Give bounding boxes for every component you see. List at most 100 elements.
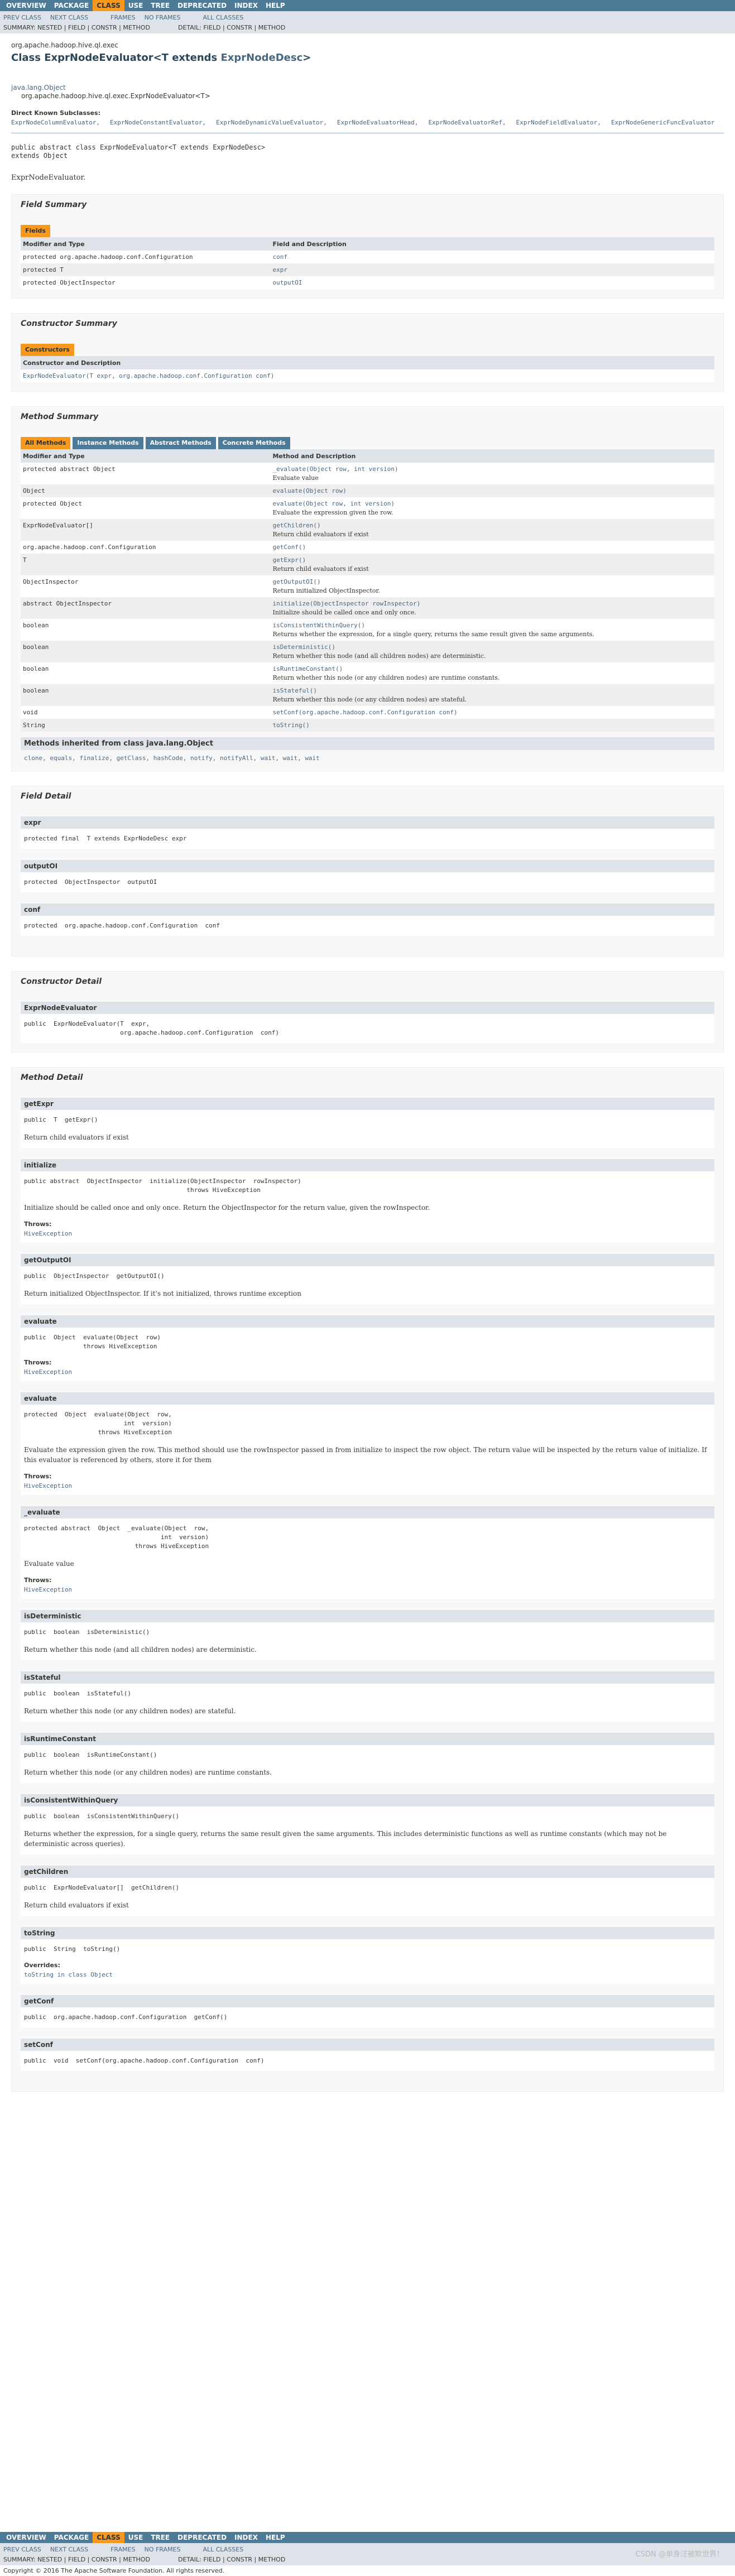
- method-link[interactable]: isDeterministic(): [272, 643, 335, 651]
- method-link[interactable]: toString(): [272, 722, 309, 729]
- method-cell: evaluate(Object row, int version) Evaluat…: [270, 497, 714, 519]
- member-signature: public org.apache.hadoop.conf.Configurat…: [24, 2013, 228, 2021]
- field-name-link[interactable]: conf: [270, 251, 714, 263]
- method-link[interactable]: setConf(org.apache.hadoop.conf.Configura…: [272, 709, 457, 716]
- tab-fields[interactable]: Fields: [21, 225, 50, 237]
- nav-item-class[interactable]: CLASS: [93, 0, 124, 11]
- nav-item-use[interactable]: USE: [124, 2532, 147, 2543]
- subclass-link[interactable]: ExprNodeGenericFuncEvaluator: [611, 119, 714, 126]
- method-description: Return whether this node (and all childr…: [272, 652, 486, 660]
- member-name: _evaluate: [21, 1506, 714, 1518]
- inherited-methods-title: Methods inherited from class java.lang.O…: [21, 737, 714, 750]
- method-detail: Method Detail getExpr public T getExpr() R…: [11, 1067, 724, 2092]
- tab-all-methods[interactable]: All Methods: [21, 437, 71, 449]
- inherit-root[interactable]: java.lang.Object: [11, 84, 724, 92]
- subclass-link[interactable]: ExprNodeFieldEvaluator,: [516, 119, 601, 126]
- method-link[interactable]: getChildren(): [272, 522, 320, 529]
- subclass-link[interactable]: ExprNodeColumnEvaluator,: [11, 119, 100, 126]
- nav-item-tree[interactable]: TREE: [147, 2532, 174, 2543]
- method-description: Initialize should be called once and onl…: [272, 609, 416, 616]
- nav-item-package[interactable]: PACKAGE: [50, 0, 93, 11]
- throws-link[interactable]: HiveException: [24, 1368, 711, 1376]
- table-row: Object evaluate(Object row): [21, 484, 714, 497]
- throws-label: Throws:: [24, 1359, 52, 1366]
- subclass-link[interactable]: ExprNodeConstantEvaluator,: [110, 119, 206, 126]
- method-description: Evaluate value: [272, 474, 319, 482]
- detail-links[interactable]: DETAIL: FIELD | CONSTR | METHOD: [178, 24, 285, 31]
- method-link[interactable]: getOutputOI(): [272, 578, 320, 585]
- subclass-link[interactable]: ExprNodeEvaluatorRef,: [429, 119, 506, 126]
- nav-item-package[interactable]: PACKAGE: [50, 2532, 93, 2543]
- throws-link[interactable]: HiveException: [24, 1482, 711, 1489]
- method-cell: _evaluate(Object row, int version) Evalua…: [270, 463, 714, 484]
- method-link[interactable]: getExpr(): [272, 556, 306, 564]
- nav-item-use[interactable]: USE: [124, 0, 147, 11]
- method-link[interactable]: isRuntimeConstant(): [272, 665, 343, 672]
- inherited-methods-list[interactable]: clone, equals, finalize, getClass, hashC…: [21, 750, 714, 762]
- field-name-link[interactable]: outputOI: [270, 276, 714, 289]
- method-description: Return initialized ObjectInspector.: [272, 587, 381, 594]
- method-cell: evaluate(Object row): [270, 484, 714, 497]
- overrides-link[interactable]: toString in class Object: [24, 1971, 711, 1978]
- inheritance-tree: java.lang.Object org.apache.hadoop.hive.…: [11, 84, 724, 100]
- next-class-link[interactable]: NEXT CLASS: [50, 14, 88, 21]
- constructor-summary-table: Constructor and Description ExprNodeEval…: [21, 356, 714, 382]
- subclass-link[interactable]: ExprNodeDynamicValueEvaluator,: [216, 119, 327, 126]
- tab-concrete-methods[interactable]: Concrete Methods: [218, 437, 290, 449]
- nav-item-deprecated[interactable]: DEPRECATED: [174, 0, 230, 11]
- member-body: public void setConf(org.apache.hadoop.co…: [21, 2051, 714, 2071]
- method-type: org.apache.hadoop.conf.Configuration: [21, 541, 271, 554]
- method-link[interactable]: _evaluate(Object row, int version): [272, 465, 398, 473]
- top-nav: OVERVIEW PACKAGE CLASS USE TREE DEPRECATED IND…: [0, 0, 735, 11]
- next-class-link[interactable]: NEXT CLASS: [50, 2546, 88, 2553]
- nav-item-help[interactable]: HELP: [262, 2532, 289, 2543]
- nav-item-class[interactable]: CLASS: [93, 2532, 124, 2543]
- nav-item-deprecated[interactable]: DEPRECATED: [174, 2532, 230, 2543]
- method-link[interactable]: evaluate(Object row, int version): [272, 500, 395, 507]
- method-link[interactable]: getConf(): [272, 544, 306, 551]
- frames-link[interactable]: FRAMES: [111, 14, 135, 21]
- table-row: ExprNodeEvaluator[] getChildren() Return c…: [21, 519, 714, 541]
- prev-class-link[interactable]: PREV CLASS: [3, 2546, 41, 2553]
- method-link[interactable]: isStateful(): [272, 687, 316, 694]
- member-signature: protected Object evaluate(Object row, in…: [24, 1411, 172, 1436]
- member-signature: public ExprNodeEvaluator(T expr, org.apa…: [24, 1020, 279, 1036]
- class-title-link[interactable]: ExprNodeDesc: [221, 52, 303, 64]
- no-frames-link[interactable]: NO FRAMES: [145, 14, 181, 21]
- method-description: Evaluate the expression given the row.: [272, 509, 393, 516]
- tab-instance-methods[interactable]: Instance Methods: [73, 437, 143, 449]
- nav-item-overview[interactable]: OVERVIEW: [2, 2532, 50, 2543]
- member-body: public boolean isRuntimeConstant() Return…: [21, 1745, 714, 1783]
- nav-item-index[interactable]: INDEX: [230, 2532, 262, 2543]
- method-link[interactable]: evaluate(Object row): [272, 487, 346, 494]
- nav-item-index[interactable]: INDEX: [230, 0, 262, 11]
- method-link[interactable]: isConsistentWithinQuery(): [272, 622, 365, 629]
- no-frames-link[interactable]: NO FRAMES: [145, 2546, 181, 2553]
- method-type: protected abstract Object: [21, 463, 271, 484]
- method-cell: toString(): [270, 719, 714, 732]
- subclass-link[interactable]: ExprNodeEvaluatorHead,: [337, 119, 419, 126]
- method-link[interactable]: initialize(ObjectInspector rowInspector): [272, 600, 420, 607]
- tab-abstract-methods[interactable]: Abstract Methods: [145, 437, 216, 449]
- nav-item-tree[interactable]: TREE: [147, 0, 174, 11]
- member-body: public boolean isDeterministic() Return w…: [21, 1622, 714, 1660]
- nav-item-overview[interactable]: OVERVIEW: [2, 0, 50, 11]
- all-classes-link[interactable]: ALL CLASSES: [203, 2546, 243, 2553]
- field-name-link[interactable]: expr: [270, 263, 714, 276]
- class-title-suffix: >: [302, 52, 311, 64]
- throws-link[interactable]: HiveException: [24, 1230, 711, 1237]
- constructor-link[interactable]: ExprNodeEvaluator(T expr, org.apache.had…: [21, 369, 714, 382]
- throws-link[interactable]: HiveException: [24, 1586, 711, 1593]
- nav-item-help[interactable]: HELP: [262, 0, 289, 11]
- summary-links[interactable]: SUMMARY: NESTED | FIELD | CONSTR | METHO…: [3, 24, 150, 31]
- frames-link[interactable]: FRAMES: [111, 2546, 135, 2553]
- table-row: protected org.apache.hadoop.conf.Configu…: [21, 251, 714, 263]
- tab-constructors[interactable]: Constructors: [21, 344, 74, 356]
- prev-class-link[interactable]: PREV CLASS: [3, 14, 41, 21]
- all-classes-link[interactable]: ALL CLASSES: [203, 14, 243, 21]
